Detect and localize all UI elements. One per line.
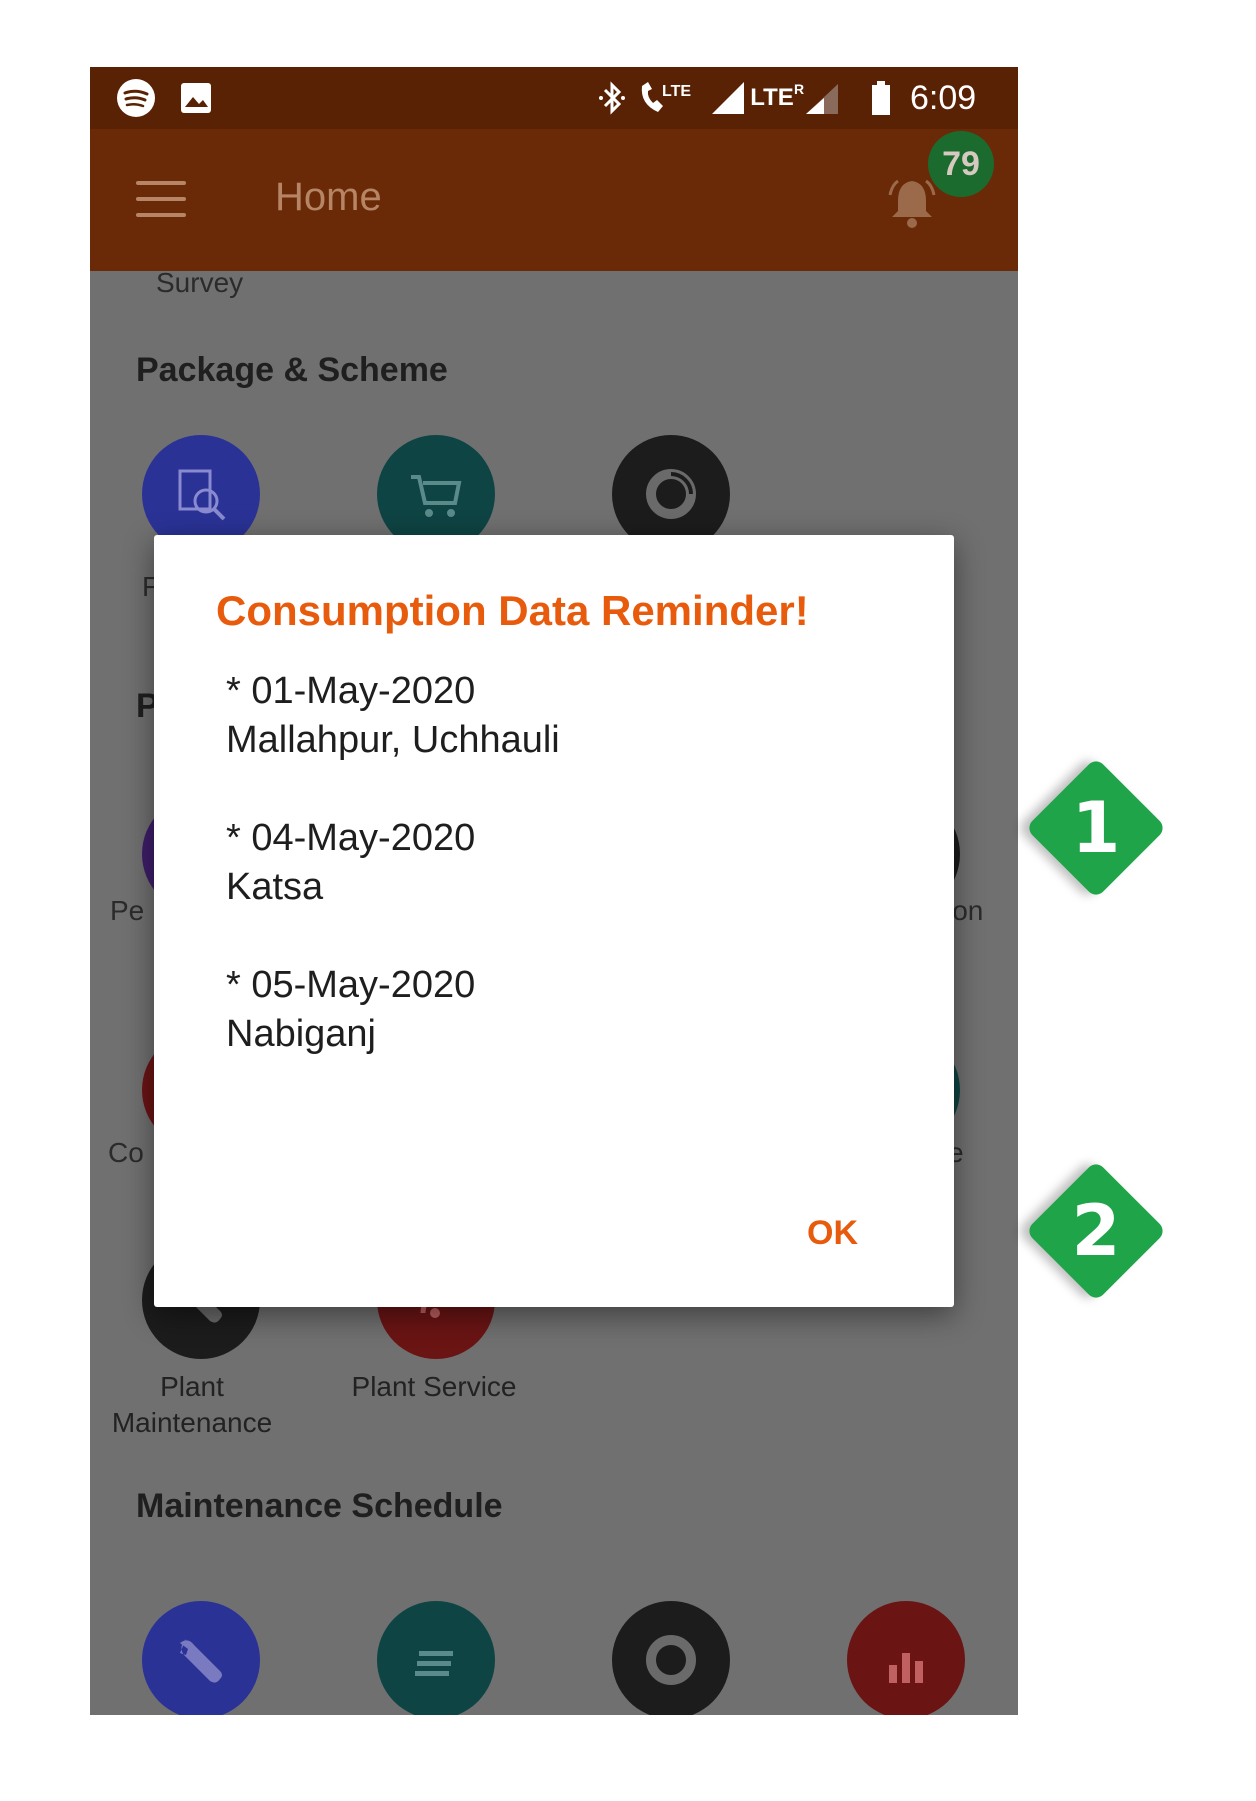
dialog-title: Consumption Data Reminder! [216,587,809,634]
status-time: 6:09 [910,78,977,117]
bar-chart-icon [889,1653,923,1683]
schedule-list-tile[interactable] [377,1601,495,1715]
schedule-wrench-tile[interactable] [142,1601,260,1715]
hamburger-menu-icon[interactable] [136,181,186,217]
partial-label: Pe [110,895,145,926]
plant-service-label: Plant Service [351,1371,517,1402]
reminder-entry: * 01-May-2020 Mallahpur, Uchhauli [226,667,886,765]
reminder-entry: * 05-May-2020 Nabiganj [226,961,886,1059]
plant-maintenance-label: Plant Maintenance [111,1371,273,1438]
roaming-signal-icon: LTE R [750,67,840,129]
wrench-icon [180,1639,222,1683]
ok-button[interactable]: OK [797,1208,868,1259]
reminder-entry: * 04-May-2020 Katsa [226,814,886,912]
section-maintenance-schedule: Maintenance Schedule [136,1487,503,1525]
svg-text:LTE: LTE [662,83,691,100]
notification-badge: 79 [928,131,994,197]
reminder-dialog: Consumption Data Reminder! * 01-May-2020… [154,535,954,1307]
callout-marker-2: 2 [1025,1160,1167,1302]
schedule-bar-tile[interactable] [847,1601,965,1715]
reminder-place: Katsa [226,866,324,908]
reminder-place: Mallahpur, Uchhauli [226,719,560,761]
battery-icon [866,67,896,129]
reminder-place: Nabiganj [226,1013,376,1055]
section-package-scheme: Package & Scheme [136,351,448,389]
volte-call-icon: LTE [636,67,696,129]
list-icon [415,1651,453,1676]
signal-icon [708,67,748,129]
app-bar: Home 79 [90,129,1018,271]
reminder-date: * 04-May-2020 [226,817,476,859]
partial-label: Co [108,1137,144,1168]
donut-chart-icon [646,469,696,519]
phone-screen: LTE LTE R 6:09 Home 79 Survey Package & … [90,67,1018,1715]
reminder-date: * 01-May-2020 [226,670,476,712]
network-label: LTE [750,84,794,111]
report-search-icon [178,469,226,521]
schedule-chart-tile[interactable] [612,1601,730,1715]
spotify-icon [114,67,158,129]
survey-label: Survey [156,271,244,298]
svg-text:R: R [794,81,804,97]
dialog-body: * 01-May-2020 Mallahpur, Uchhauli * 04-M… [226,667,886,1108]
status-bar: LTE LTE R 6:09 [90,67,1018,129]
cart-icon [411,475,462,517]
donut-chart-icon [646,1635,696,1685]
page-title: Home [275,175,382,219]
callout-number: 2 [1071,1190,1121,1272]
callout-marker-1: 1 [1025,757,1167,899]
bluetooth-icon [595,67,629,129]
reminder-date: * 05-May-2020 [226,964,476,1006]
callout-number: 1 [1071,787,1121,869]
image-icon [176,67,216,129]
